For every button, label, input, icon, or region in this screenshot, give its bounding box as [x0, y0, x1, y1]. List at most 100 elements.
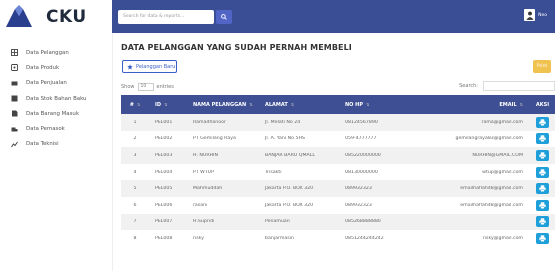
customer-phone: 059-4777777	[345, 136, 377, 142]
row-number: 8	[133, 235, 137, 241]
cash-icon	[11, 80, 18, 87]
row-number: 1	[133, 119, 137, 125]
table-row: 3 PEL003 H. NURHIN BANJAR BARU QMALL 0852200…	[121, 147, 555, 164]
customer-name: rasani	[193, 202, 208, 208]
customer-phone: 089932323	[345, 186, 372, 192]
row-number: 5	[133, 186, 137, 192]
customer-email: emailhaflah48@gmail.com	[460, 186, 523, 192]
print-icon	[539, 135, 546, 143]
customer-id: PEL007	[155, 219, 173, 225]
customer-phone: 0851244244242	[345, 235, 384, 241]
customer-address: Jl. Melati No 24	[265, 119, 301, 125]
entries-label: entries	[156, 84, 174, 90]
print-icon	[539, 119, 546, 126]
table-search-input[interactable]	[483, 81, 555, 91]
customer-phone: 085268888880	[345, 219, 381, 225]
brand-name: CKU	[46, 6, 87, 27]
sidebar-item-data-penjualan[interactable]: Data Penjualan	[0, 76, 112, 91]
customer-name: PT Gemilang Raya	[193, 136, 236, 142]
header-hp[interactable]: NO HP ⇅	[343, 102, 411, 108]
print-row-button[interactable]	[536, 183, 549, 195]
sidebar-item-label: Data Pelanggan	[26, 49, 69, 56]
customers-table: # ⇅ ID ⇅ NAMA PELANGGAN ⇅ ALAMAT ⇅ NO HP ⇅ EM…	[121, 95, 555, 247]
avatar	[524, 9, 536, 21]
sidebar-item-label: Data Pemasok	[26, 126, 65, 133]
table-row: 7 PEL007 H.Supridi Penamuan 085268888880	[121, 213, 555, 231]
print-row-button[interactable]	[536, 116, 549, 128]
customer-name: H. NURHIN	[193, 152, 219, 158]
header-email[interactable]: EMAIL ⇅	[411, 102, 527, 108]
table-row: 1 PEL001 Ramadhanoor Jl. Melati No 24 081245…	[121, 114, 555, 131]
nav-strip: Search for data & reports... Neo	[112, 0, 555, 33]
customer-email: gemilangraya83@gmail.com	[455, 136, 523, 142]
sidebar-item-data-barang-masuk[interactable]: Data Barang Masuk	[0, 106, 112, 121]
global-search-button[interactable]	[216, 9, 232, 24]
customer-id: PEL005	[155, 186, 173, 192]
print-all-label: Print	[536, 64, 548, 69]
sidebar-item-label: Data Penjualan	[26, 80, 67, 87]
truck-icon	[11, 126, 18, 133]
sidebar-item-label: Data Teknisi	[26, 141, 59, 148]
customer-email: wtup@gmail.com	[482, 169, 523, 175]
add-customer-button[interactable]: Pelanggan Baru	[122, 60, 177, 73]
customer-name: PT WTUP	[193, 169, 214, 175]
print-row-button[interactable]	[536, 149, 549, 161]
main-content: DATA PELANGGAN YANG SUDAH PERNAH MEMBELI…	[112, 33, 555, 271]
header-aksi: AKSI	[535, 101, 550, 108]
header-alamat[interactable]: ALAMAT ⇅	[263, 102, 343, 108]
sort-icon: ⇅	[519, 101, 523, 107]
search-icon	[221, 13, 227, 20]
row-actions	[527, 166, 555, 178]
row-number: 4	[133, 169, 137, 175]
logo-icon	[6, 5, 32, 27]
header-no[interactable]: # ⇅	[121, 102, 149, 108]
table-row: 2 PEL002 PT Gemilang Raya Jl. A. Yani No 5H…	[121, 130, 555, 148]
customer-name: H.Supridi	[193, 219, 215, 225]
brand[interactable]: CKU	[0, 0, 112, 33]
print-row-button[interactable]	[536, 166, 549, 178]
search-label: Search:	[459, 83, 478, 89]
print-row-button[interactable]	[536, 133, 549, 145]
print-icon	[539, 152, 546, 159]
customer-name: Mahmuddah	[193, 186, 223, 192]
table-row: 6 PEL006 rasani Jakarta P.O. BOX 320 0899323…	[121, 196, 555, 214]
customer-email: NURHIN@GMAIL.COM	[472, 152, 523, 158]
sidebar-item-label: Data Produk	[26, 64, 60, 71]
print-icon	[539, 218, 546, 226]
user-name: Neo	[538, 12, 547, 18]
customer-name: Ramadhanoor	[193, 119, 226, 125]
star-icon	[127, 63, 133, 70]
customer-phone: 08124567890	[345, 119, 378, 125]
row-number: 7	[133, 219, 137, 225]
sidebar-item-data-pemasok[interactable]: Data Pemasok	[0, 121, 112, 136]
sidebar-item-data-teknisi[interactable]: Data Teknisi	[0, 137, 112, 152]
row-actions	[527, 216, 555, 228]
customer-phone: 08130000000	[345, 169, 378, 175]
sidebar: Data Pelanggan Data Produk Data Penjuala…	[0, 33, 112, 271]
layers-icon	[11, 95, 18, 102]
print-all-button[interactable]: Print	[533, 60, 551, 73]
sidebar-item-data-pelanggan[interactable]: Data Pelanggan	[0, 45, 112, 60]
sidebar-item-data-stok[interactable]: Data Stok Bahan Baku	[0, 91, 112, 106]
customer-email: risky@gmail.com	[482, 235, 523, 241]
customer-address: banjarmasin	[265, 235, 294, 241]
customer-phone: 089932323	[345, 202, 372, 208]
customer-email: rama@gmail.com	[481, 119, 523, 125]
header-nama[interactable]: NAMA PELANGGAN ⇅	[191, 102, 263, 108]
table-header: # ⇅ ID ⇅ NAMA PELANGGAN ⇅ ALAMAT ⇅ NO HP ⇅ EM…	[121, 95, 555, 114]
show-entries: Show 10 entries	[121, 83, 174, 91]
row-number: 2	[133, 136, 137, 142]
header-id[interactable]: ID ⇅	[149, 102, 191, 108]
sidebar-item-data-produk[interactable]: Data Produk	[0, 60, 112, 75]
customer-address: Jakarta P.O. BOX 320	[265, 186, 314, 192]
print-row-button[interactable]	[536, 199, 549, 211]
box-icon	[11, 64, 18, 72]
global-search-input[interactable]: Search for data & reports...	[118, 9, 214, 24]
user-menu[interactable]: Neo	[524, 9, 547, 21]
row-actions	[527, 199, 555, 211]
user-icon	[526, 11, 534, 20]
customer-address: Jakarta P.O. BOX 320	[265, 202, 314, 208]
print-row-button[interactable]	[536, 216, 549, 228]
entries-select[interactable]: 10	[137, 83, 154, 91]
print-row-button[interactable]	[536, 232, 549, 244]
